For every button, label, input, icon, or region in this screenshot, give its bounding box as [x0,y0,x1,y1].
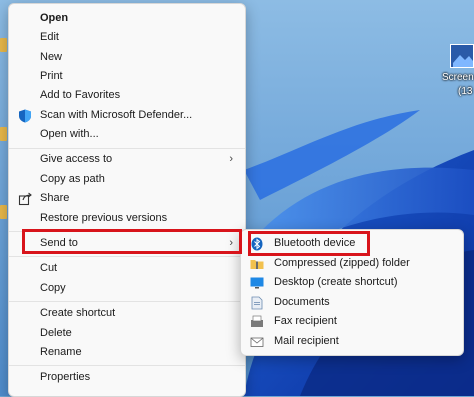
menu-item-label: Open with... [40,128,99,140]
desktop-icon-label-second-line: (13 [458,86,473,97]
menu-item-share[interactable]: Share [9,189,245,208]
zip-folder-icon [250,260,264,269]
submenu-item-label: Desktop (create shortcut) [274,276,398,288]
menu-item-cut[interactable]: Cut [9,259,245,278]
menu-separator [9,365,245,366]
menu-item-label: Add to Favorites [40,89,121,101]
menu-item-properties[interactable]: Properties [9,368,245,387]
folder-icon[interactable] [0,205,7,219]
menu-item-create-shortcut[interactable]: Create shortcut [9,304,245,323]
menu-item-label: Share [40,192,70,204]
menu-item-label: Give access to [40,153,113,165]
send-to-highlight [22,229,242,254]
submenu-item-compressed-folder[interactable]: Compressed (zipped) folder [241,254,463,273]
menu-item-label: Delete [40,327,72,339]
menu-item-label: Copy as path [40,173,105,185]
menu-item-label: Properties [40,371,91,383]
context-menu: Open Edit New Print Add to Favorites Sca… [8,3,246,397]
menu-separator [9,148,245,149]
menu-item-copy-as-path[interactable]: Copy as path [9,170,245,189]
share-icon [18,192,32,206]
image-file-icon[interactable] [450,44,474,68]
documents-icon [251,296,263,310]
menu-item-open[interactable]: Open [9,9,245,28]
desktop-icon-label: Screen [442,72,474,83]
menu-item-label: Open [40,12,69,24]
menu-item-scan-defender[interactable]: Scan with Microsoft Defender... [9,106,245,125]
mail-icon [250,337,264,347]
folder-icon[interactable] [0,127,7,141]
menu-item-label: Cut [40,262,58,274]
menu-item-label: Scan with Microsoft Defender... [40,109,193,121]
menu-item-give-access[interactable]: Give access to › [9,150,245,169]
submenu-item-fax-recipient[interactable]: Fax recipient [241,312,463,331]
submenu-item-desktop-shortcut[interactable]: Desktop (create shortcut) [241,273,463,292]
fax-icon [251,315,263,327]
chevron-right-icon: › [229,153,233,165]
bluetooth-device-highlight [248,231,370,256]
menu-item-restore-previous-versions[interactable]: Restore previous versions [9,209,245,228]
menu-item-label: Rename [40,346,82,358]
desktop-icon [250,277,264,289]
folder-icon[interactable] [0,38,7,52]
menu-item-copy[interactable]: Copy [9,279,245,298]
menu-item-edit[interactable]: Edit [9,28,245,47]
menu-item-print[interactable]: Print [9,67,245,86]
menu-separator [9,256,245,257]
menu-item-label: New [40,51,63,63]
defender-shield-icon [19,109,31,123]
submenu-item-label: Mail recipient [274,335,339,347]
menu-item-label: Restore previous versions [40,212,168,224]
submenu-item-label: Documents [274,296,330,308]
menu-item-new[interactable]: New [9,48,245,67]
submenu-item-mail-recipient[interactable]: Mail recipient [241,332,463,351]
menu-item-label: Print [40,70,63,82]
submenu-item-label: Fax recipient [274,315,337,327]
menu-item-label: Copy [40,282,66,294]
menu-item-add-to-favorites[interactable]: Add to Favorites [9,86,245,105]
menu-item-label: Create shortcut [40,307,116,319]
menu-item-delete[interactable]: Delete [9,324,245,343]
menu-item-label: Edit [40,31,59,43]
menu-item-open-with[interactable]: Open with... [9,125,245,144]
menu-separator [9,301,245,302]
menu-item-rename[interactable]: Rename [9,343,245,362]
image-thumbnail [453,55,473,67]
submenu-item-documents[interactable]: Documents [241,293,463,312]
submenu-item-label: Compressed (zipped) folder [274,257,410,269]
